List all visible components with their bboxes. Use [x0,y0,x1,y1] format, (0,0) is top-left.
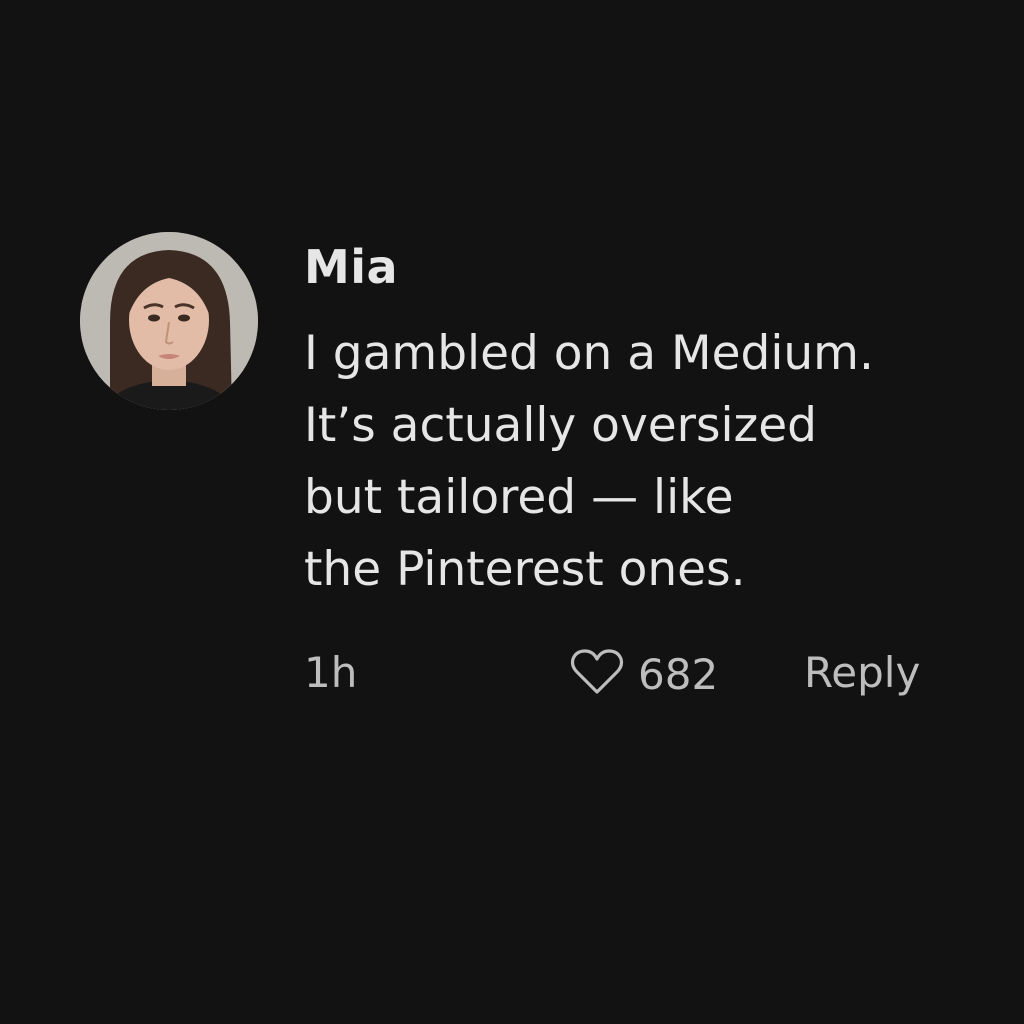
avatar[interactable] [80,232,258,410]
username[interactable]: Mia [304,240,398,294]
comment-line: but tailored — like [304,470,734,525]
reply-button[interactable]: Reply [804,648,920,697]
avatar-portrait [80,232,258,410]
comment-line: It’s actually oversized [304,398,817,453]
comment-text: I gambled on a Medium. It’s actually ove… [304,318,964,606]
heart-outline-icon [570,648,624,700]
comment-line: the Pinterest ones. [304,542,746,597]
like-button[interactable]: 682 [570,646,718,702]
like-count: 682 [638,649,719,699]
comment-line: I gambled on a Medium. [304,326,874,381]
comment: Mia I gambled on a Medium. It’s actually… [0,0,1024,1024]
timestamp: 1h [304,648,358,697]
